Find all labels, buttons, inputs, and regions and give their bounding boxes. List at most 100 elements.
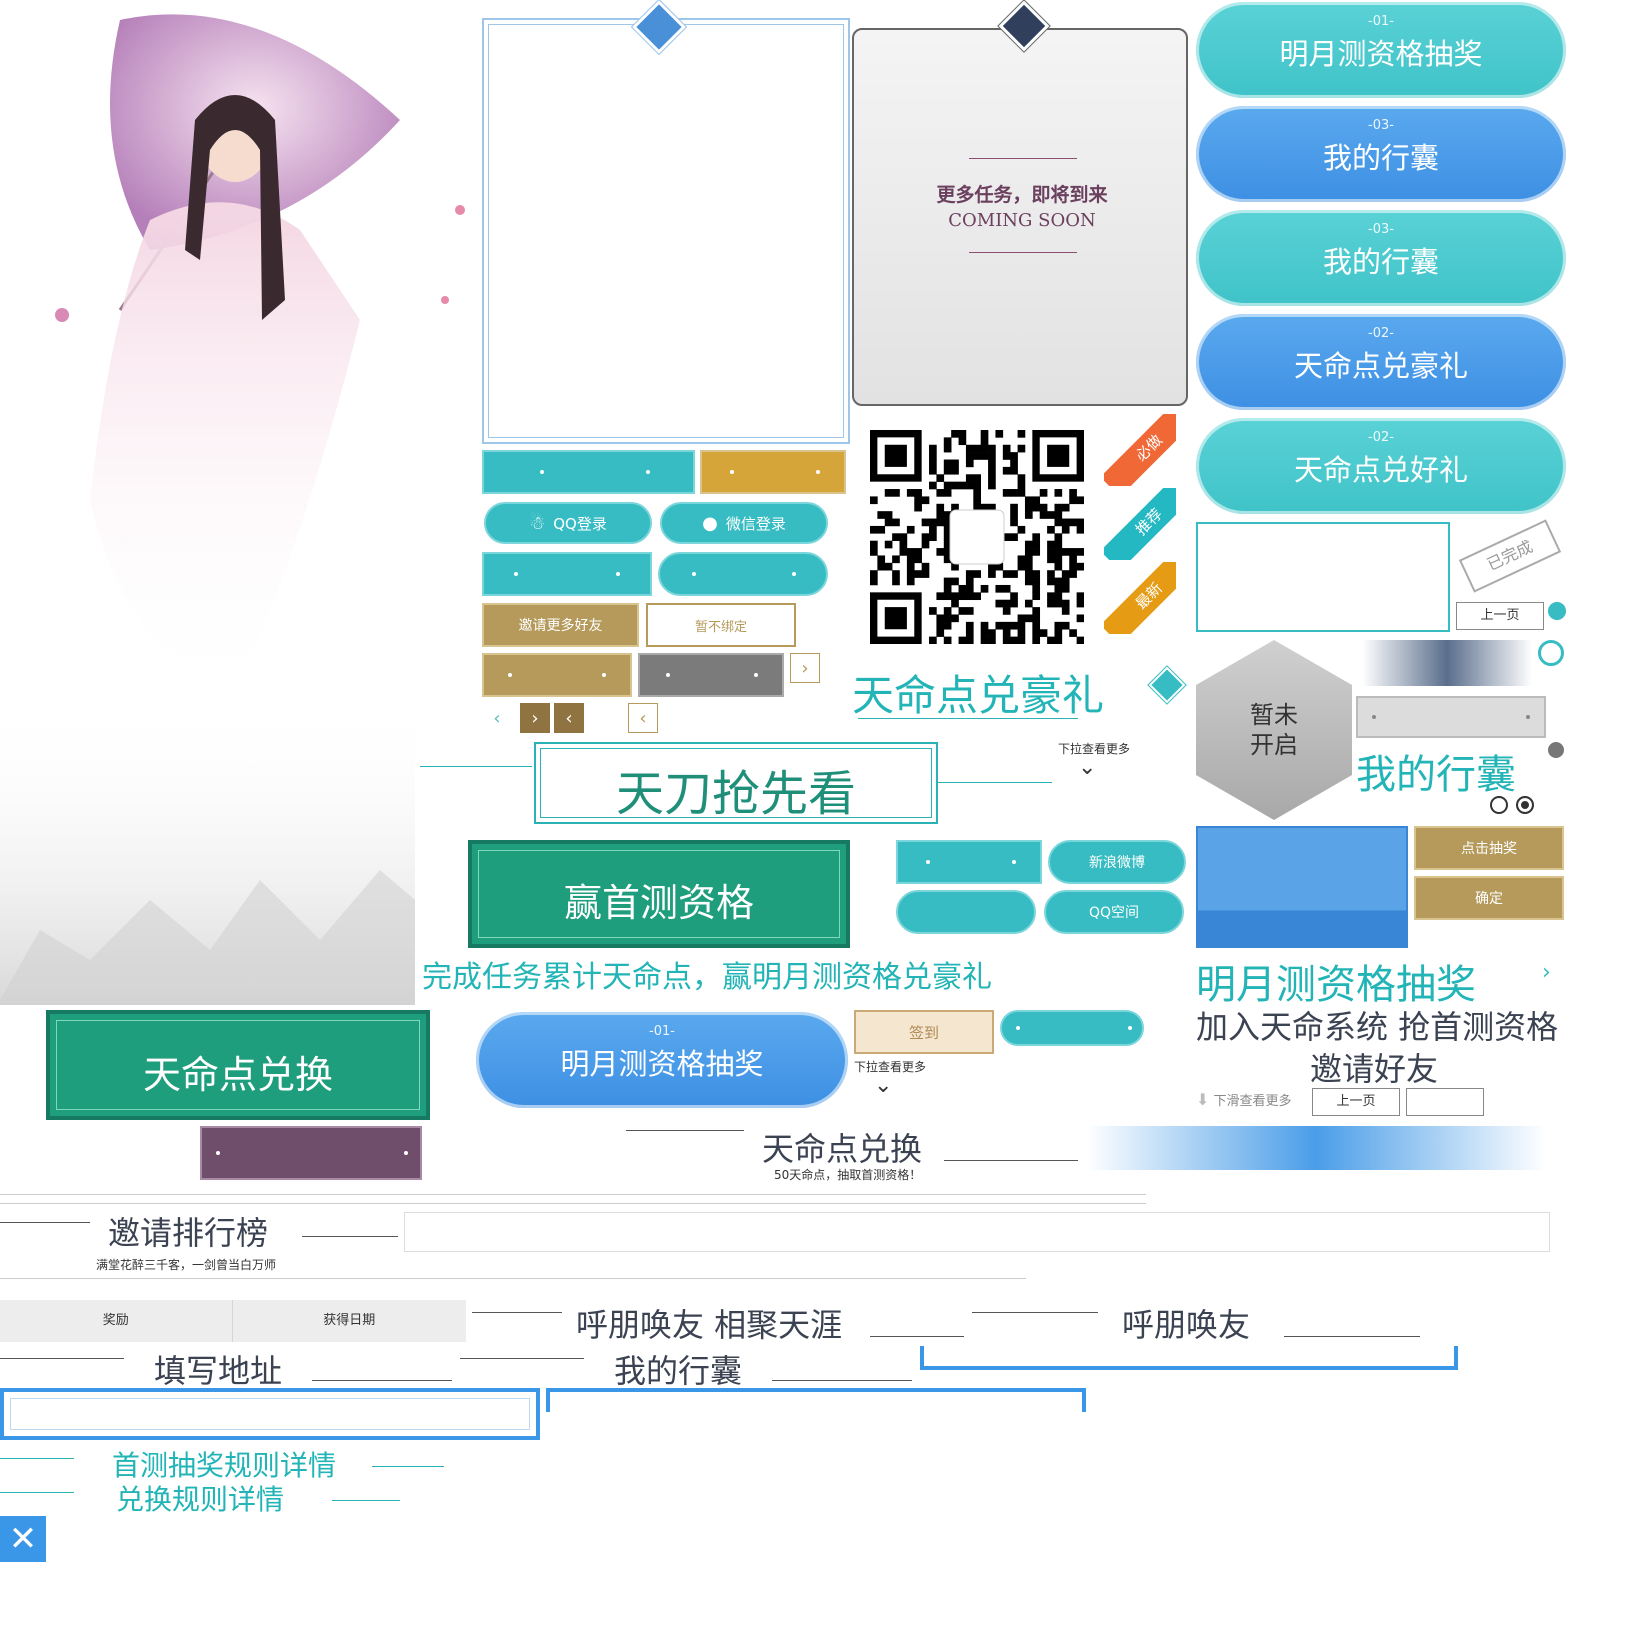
invite-rank-subtitle: 满堂花醉三千客，一剑曾当白万师 <box>96 1258 277 1272</box>
qq-icon: ☃ <box>529 512 546 534</box>
tab-moon-draw-mid[interactable]: -01- 明月测资格抽奖 <box>476 1012 848 1108</box>
underline-ornament <box>858 718 1078 719</box>
radio-empty-icon[interactable] <box>1490 796 1508 814</box>
wechat-icon: ● <box>702 512 718 534</box>
gold-button-blank-2[interactable] <box>482 653 632 697</box>
invite-more-button[interactable]: 邀请更多好友 <box>482 603 639 647</box>
divider-2 <box>404 1212 1550 1252</box>
teal-ring-icon <box>1538 640 1564 666</box>
tab-my-bag-blue[interactable]: -03- 我的行囊 <box>1196 106 1566 202</box>
empty-page-button[interactable] <box>1406 1088 1484 1116</box>
pull-down-more-2[interactable]: 下拉查看更多 ⌄ <box>854 1058 974 1097</box>
exchange-rules-link[interactable]: 兑换规则详情 <box>116 1478 284 1518</box>
line-left <box>472 1312 562 1313</box>
gradient-bar-dark <box>1362 640 1532 686</box>
divider-1 <box>0 1194 1146 1204</box>
arrow-down-icon: ⬇ <box>1196 1090 1210 1109</box>
ribbon-recommend: 推荐 <box>1104 488 1176 560</box>
coming-soon-title: 更多任务，即将到来 <box>936 184 1108 206</box>
ribbon-must-do: 必做 <box>1104 414 1176 486</box>
heading-call-friends: 呼朋唤友 <box>1122 1306 1251 1344</box>
coming-soon-subtitle: COMING SOON <box>948 210 1096 231</box>
tab-my-bag-teal[interactable]: -03- 我的行囊 <box>1196 210 1566 306</box>
line-left <box>0 1358 124 1359</box>
chevron-right-small-icon[interactable]: › <box>1542 960 1551 985</box>
line-left <box>0 1458 74 1459</box>
line-right <box>302 1236 398 1237</box>
chevron-down-icon: ⌄ <box>874 1073 893 1098</box>
col-date: 获得日期 <box>323 1313 376 1328</box>
confirm-button[interactable]: 确定 <box>1414 876 1564 920</box>
gradient-bar-blue <box>1086 1126 1546 1170</box>
ribbon-newest: 最新 <box>1104 562 1176 634</box>
chevron-down-icon: ⌄ <box>1078 755 1097 780</box>
sign-in-button[interactable]: 签到 <box>854 1010 994 1054</box>
teal-pill-blank-1[interactable] <box>658 552 828 596</box>
close-icon: ✕ <box>8 1519 38 1559</box>
ornament-top <box>969 158 1077 159</box>
line-left <box>460 1358 584 1359</box>
line-right <box>944 1160 1078 1161</box>
prev-page-button-2[interactable]: 上一页 <box>1312 1088 1400 1116</box>
line-right <box>1284 1336 1420 1337</box>
tiandao-preview-banner: 天刀抢先看 <box>534 742 938 824</box>
click-draw-button[interactable]: 点击抽奖 <box>1414 826 1564 870</box>
heading-my-bag: 我的行囊 <box>1356 752 1516 798</box>
col-reward: 奖励 <box>0 1300 233 1342</box>
chevron-left-icon[interactable]: ‹ <box>482 703 512 733</box>
teal-button-blank-3[interactable] <box>896 840 1042 884</box>
tab-moon-draw[interactable]: -01- 明月测资格抽奖 <box>1196 2 1566 98</box>
weibo-share-button[interactable]: 新浪微博 <box>1048 840 1186 884</box>
line-left <box>420 766 532 767</box>
pull-down-more-1[interactable]: 下拉查看更多 ⌄ <box>1058 740 1178 779</box>
heading-tianming-luxury: 天命点兑豪礼 <box>852 671 1105 720</box>
win-qualification-banner: 赢首测资格 <box>468 840 850 948</box>
card-coming-soon: 更多任务，即将到来 COMING SOON <box>852 28 1188 406</box>
tianming-exchange-banner: 天命点兑换 <box>46 1010 430 1120</box>
tab-tianming-good[interactable]: -02- 天命点兑好礼 <box>1196 418 1566 514</box>
qr-code <box>870 430 1085 645</box>
line-right <box>938 782 1052 783</box>
join-system-text: 加入天命系统 抢首测资格 <box>1196 1008 1559 1046</box>
purple-button-blank[interactable] <box>200 1126 422 1180</box>
prev-page-button[interactable]: 上一页 <box>1456 602 1544 630</box>
qzone-share-button[interactable]: QQ空间 <box>1044 890 1184 934</box>
heading-invite-rank: 邀请排行榜 <box>108 1214 269 1252</box>
teal-pill-blank-2[interactable] <box>896 890 1036 934</box>
heading-my-bag-2: 我的行囊 <box>614 1352 743 1390</box>
ornament-bottom <box>969 252 1077 253</box>
heading-fill-address: 填写地址 <box>154 1352 283 1390</box>
teal-button-blank-2[interactable] <box>482 552 652 596</box>
blue-image-panel <box>1196 826 1408 948</box>
not-open-hexagon: 暂未 开启 <box>1196 640 1352 820</box>
wechat-login-button[interactable]: ● 微信登录 <box>660 502 828 544</box>
line-right <box>870 1336 964 1337</box>
teal-button-blank-1[interactable] <box>482 450 695 494</box>
chevron-right-gold-icon[interactable]: › <box>520 703 550 733</box>
close-diamond-icon[interactable] <box>1148 666 1186 704</box>
blue-frame-bottom <box>920 1346 1458 1370</box>
qq-login-button[interactable]: ☃ QQ登录 <box>484 502 652 544</box>
teal-dot-icon <box>1548 602 1566 620</box>
radio-filled-icon[interactable] <box>1516 796 1534 814</box>
character-illustration <box>0 0 470 1005</box>
tab-tianming-luxury[interactable]: -02- 天命点兑豪礼 <box>1196 314 1566 410</box>
no-bind-button[interactable]: 暂不绑定 <box>646 603 796 647</box>
gray-button-disabled <box>638 653 784 697</box>
chevron-left-outline-icon[interactable]: ‹ <box>628 703 658 733</box>
blue-frame-input-2 <box>546 1388 1086 1412</box>
card-frame-empty <box>482 18 850 444</box>
divider-3 <box>0 1278 1026 1286</box>
gold-button-blank-1[interactable] <box>700 450 846 494</box>
invite-friends-text: 邀请好友 <box>1310 1050 1439 1088</box>
gray-bar-panel <box>1356 696 1546 738</box>
chevron-left-gold-icon[interactable]: ‹ <box>554 703 584 733</box>
close-button[interactable]: ✕ <box>0 1516 46 1562</box>
chevron-right-icon[interactable]: › <box>790 653 820 683</box>
complete-tasks-text: 完成任务累计天命点，赢明月测资格兑豪礼 <box>422 960 992 995</box>
slide-down-more[interactable]: ⬇ 下滑查看更多 <box>1196 1090 1316 1109</box>
line-right <box>332 1500 400 1501</box>
heading-tianming-exchange: 天命点兑换 <box>762 1130 923 1168</box>
line-left <box>0 1492 74 1493</box>
teal-pill-blank-3[interactable] <box>1000 1010 1144 1046</box>
